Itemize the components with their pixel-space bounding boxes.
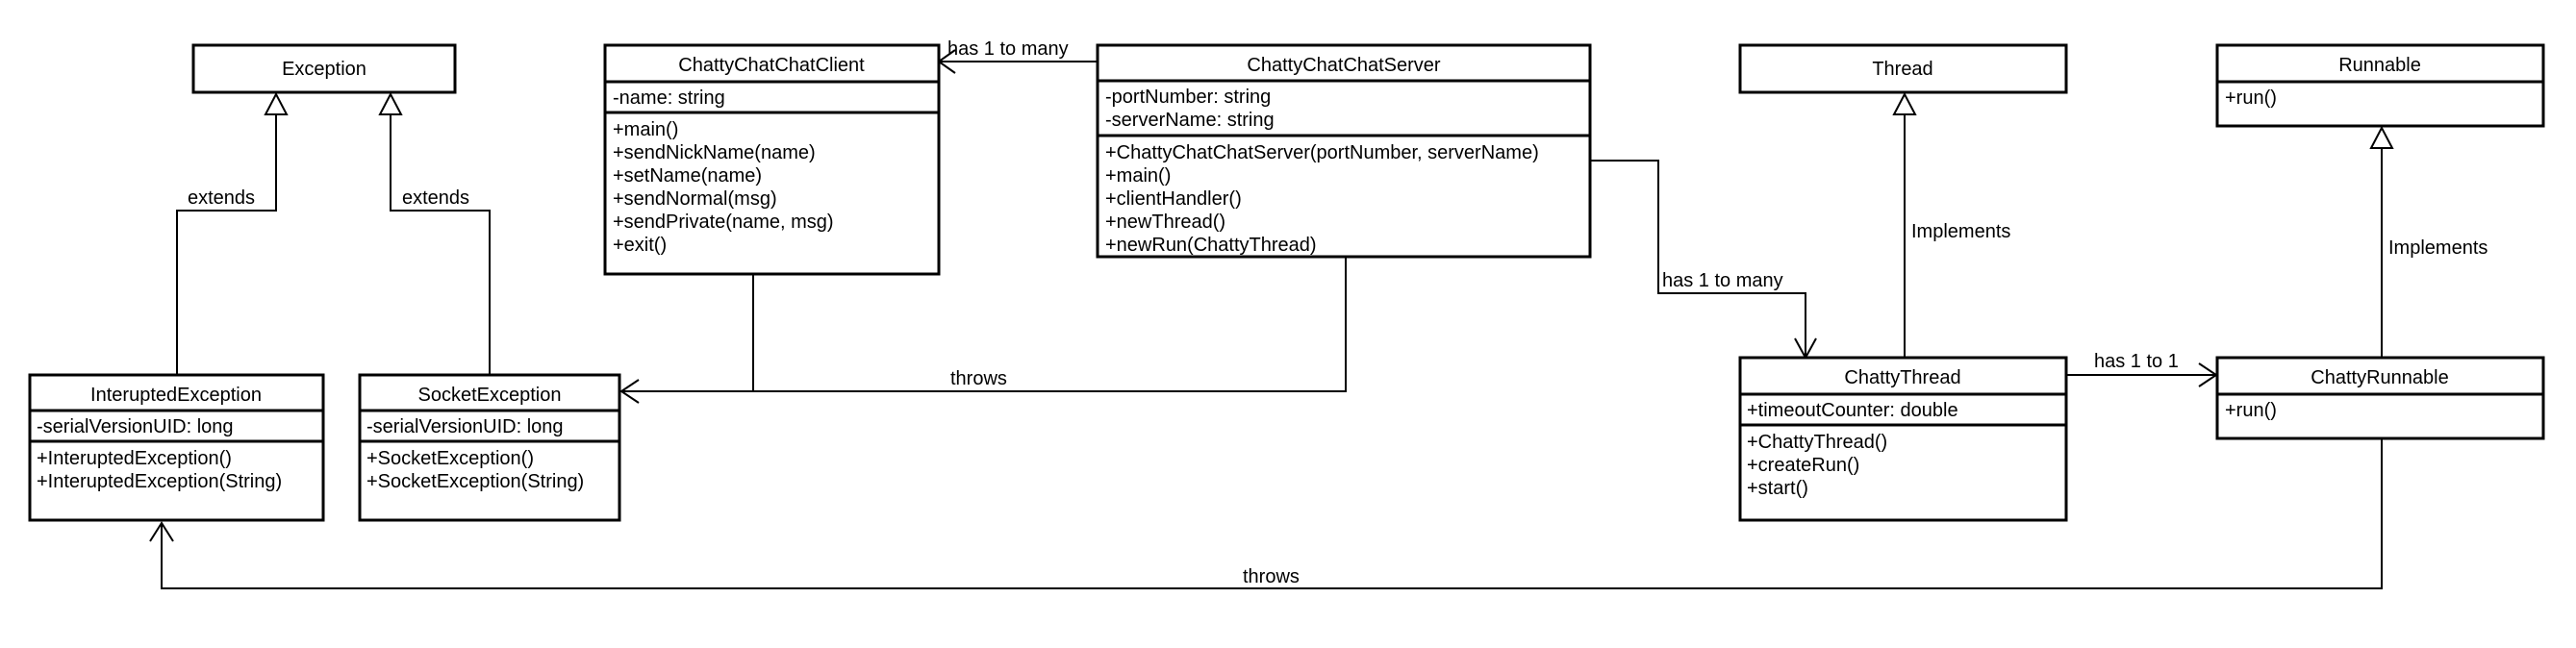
method: +setName(name) [613,165,762,187]
connector-thread-runnable: has 1 to 1 [2067,351,2218,387]
method: +ChattyThread() [1747,432,1887,453]
connector-extends-socket: extends [378,91,491,375]
class-name: Thread [1872,59,1932,80]
class-socketexception[interactable]: SocketException -serialVersionUID: long … [358,373,621,522]
connector-extends-interupted: extends [176,91,289,375]
attribute: +timeoutCounter: double [1747,400,1958,421]
attribute: -serialVersionUID: long [366,416,564,437]
relation-label: Implements [2388,237,2488,259]
class-exception[interactable]: Exception [191,43,457,94]
relation-label: extends [188,187,255,209]
class-name: Runnable [2338,55,2421,76]
class-runnable[interactable]: Runnable +run() [2215,43,2545,128]
uml-class-diagram: has 1 to many has 1 to many throws exten… [28,38,2545,589]
attribute: -serverName: string [1105,110,1275,131]
method: +ChattyChatChatServer(portNumber, server… [1105,142,1539,163]
class-thread[interactable]: Thread [1738,43,2068,94]
class-chattychatchatclient[interactable]: ChattyChatChatClient -name: string +main… [603,43,941,276]
class-name: ChattyRunnable [2311,367,2448,388]
class-name: ChattyThread [1844,367,1960,388]
method: +run() [2225,87,2277,109]
relation-label: extends [402,187,469,209]
class-name: Exception [282,59,366,80]
class-name: InteruptedException [90,385,262,406]
method: +SocketException() [366,448,534,469]
method: +InteruptedException() [37,448,232,469]
method: +main() [613,119,678,140]
class-name: ChattyChatChatServer [1247,55,1441,76]
attribute: -portNumber: string [1105,87,1271,108]
inheritance-triangle-icon [1892,91,1917,115]
class-name: SocketException [418,385,562,406]
connector-implements-thread: Implements [1892,91,2010,358]
method: +exit() [613,235,667,256]
relation-label: Implements [1911,221,2010,242]
relation-label: has 1 to 1 [2094,351,2179,372]
method: +start() [1747,478,1808,499]
relation-label: has 1 to many [947,38,1069,60]
relation-label: throws [950,368,1007,389]
class-chattychatchatserver[interactable]: ChattyChatChatServer -portNumber: string… [1096,43,1592,259]
class-name: ChattyChatChatClient [678,55,865,76]
connector-implements-runnable: Implements [2369,125,2488,358]
method: +createRun() [1747,455,1859,476]
method: +newThread() [1105,212,1225,233]
class-interuptedexception[interactable]: InteruptedException -serialVersionUID: l… [28,373,325,522]
method: +run() [2225,400,2277,421]
method: +sendNickName(name) [613,142,816,163]
class-chattythread[interactable]: ChattyThread +timeoutCounter: double +Ch… [1738,356,2068,522]
method: +SocketException(String) [366,471,584,492]
attribute: -serialVersionUID: long [37,416,234,437]
connector-throws-socket: throws [619,257,1347,404]
connector-server-client: has 1 to many [937,38,1098,74]
inheritance-triangle-icon [378,91,403,115]
relation-label: throws [1243,566,1300,587]
method: +main() [1105,165,1171,187]
method: +InteruptedException(String) [37,471,282,492]
method: +sendNormal(msg) [613,188,777,210]
method: +sendPrivate(name, msg) [613,212,834,233]
inheritance-triangle-icon [264,91,289,115]
class-chattyrunnable[interactable]: ChattyRunnable +run() [2215,356,2545,440]
relation-label: has 1 to many [1662,270,1783,291]
connector-server-thread: has 1 to many [1590,160,1817,361]
method: +clientHandler() [1105,188,1242,210]
attribute: -name: string [613,87,725,109]
method: +newRun(ChattyThread) [1105,235,1317,256]
inheritance-triangle-icon [2369,125,2394,149]
